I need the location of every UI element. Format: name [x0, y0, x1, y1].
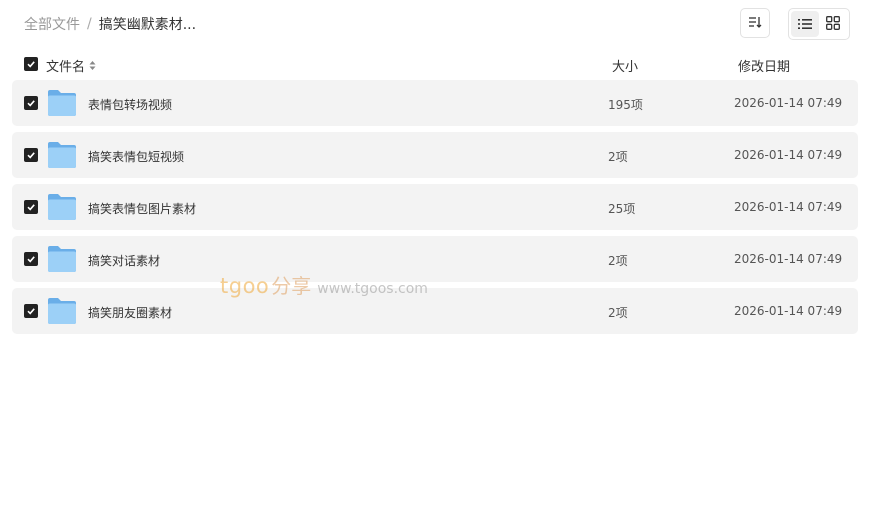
row-checkbox[interactable]	[24, 148, 38, 162]
breadcrumb-separator: /	[87, 16, 92, 32]
check-icon	[27, 100, 35, 107]
check-icon	[27, 308, 35, 315]
file-date: 2026-01-14 07:49	[734, 304, 843, 318]
folder-icon	[47, 245, 77, 276]
folder-icon	[47, 89, 77, 120]
row-checkbox[interactable]	[24, 304, 38, 318]
sort-updown-icon	[89, 60, 96, 71]
file-name[interactable]: 搞笑表情包图片素材	[88, 200, 196, 217]
file-date: 2026-01-14 07:49	[734, 148, 843, 162]
sort-button[interactable]	[740, 8, 770, 38]
grid-view-icon	[826, 15, 840, 34]
folder-icon	[47, 141, 77, 172]
folder-icon	[47, 193, 77, 224]
file-name[interactable]: 搞笑对话素材	[88, 252, 160, 269]
table-row[interactable]: 搞笑表情包短视频 2项 2026-01-14 07:49	[12, 132, 858, 178]
table-row[interactable]: 表情包转场视频 195项 2026-01-14 07:49	[12, 80, 858, 126]
column-header-size[interactable]: 大小	[612, 56, 638, 75]
file-size: 25项	[608, 202, 636, 216]
column-header-name[interactable]: 文件名	[46, 56, 96, 75]
table-row[interactable]: 搞笑对话素材 2项 2026-01-14 07:49	[12, 236, 858, 282]
file-date: 2026-01-14 07:49	[734, 252, 843, 266]
row-checkbox[interactable]	[24, 200, 38, 214]
sort-list-icon	[748, 14, 762, 33]
file-size: 2项	[608, 306, 628, 320]
check-icon	[27, 152, 35, 159]
breadcrumb-root-link[interactable]: 全部文件	[24, 14, 80, 34]
table-header: 文件名 大小 修改日期	[12, 50, 858, 78]
file-browser: 全部文件 / 搞笑幽默素材... 文件名 大小 修改日期 表情包转场视频 195…	[0, 0, 874, 514]
table-row[interactable]: 搞笑朋友圈素材 2项 2026-01-14 07:49	[12, 288, 858, 334]
check-icon	[27, 204, 35, 211]
file-size: 2项	[608, 150, 628, 164]
check-icon	[27, 61, 35, 68]
list-view-button[interactable]	[791, 11, 819, 37]
file-name[interactable]: 搞笑表情包短视频	[88, 148, 184, 165]
select-all-checkbox[interactable]	[24, 57, 38, 71]
file-size: 2项	[608, 254, 628, 268]
grid-view-button[interactable]	[819, 11, 847, 37]
row-checkbox[interactable]	[24, 252, 38, 266]
file-name[interactable]: 表情包转场视频	[88, 96, 172, 113]
row-checkbox[interactable]	[24, 96, 38, 110]
column-header-date[interactable]: 修改日期	[738, 56, 790, 75]
file-date: 2026-01-14 07:49	[734, 200, 843, 214]
table-row[interactable]: 搞笑表情包图片素材 25项 2026-01-14 07:49	[12, 184, 858, 230]
file-size: 195项	[608, 98, 643, 112]
file-date: 2026-01-14 07:49	[734, 96, 843, 110]
column-header-name-label: 文件名	[46, 60, 86, 75]
check-icon	[27, 256, 35, 263]
breadcrumb: 全部文件 / 搞笑幽默素材...	[24, 14, 196, 34]
folder-icon	[47, 297, 77, 328]
file-name[interactable]: 搞笑朋友圈素材	[88, 304, 172, 321]
view-toggle	[788, 8, 850, 40]
list-view-icon	[798, 15, 812, 34]
breadcrumb-current: 搞笑幽默素材...	[98, 17, 197, 33]
